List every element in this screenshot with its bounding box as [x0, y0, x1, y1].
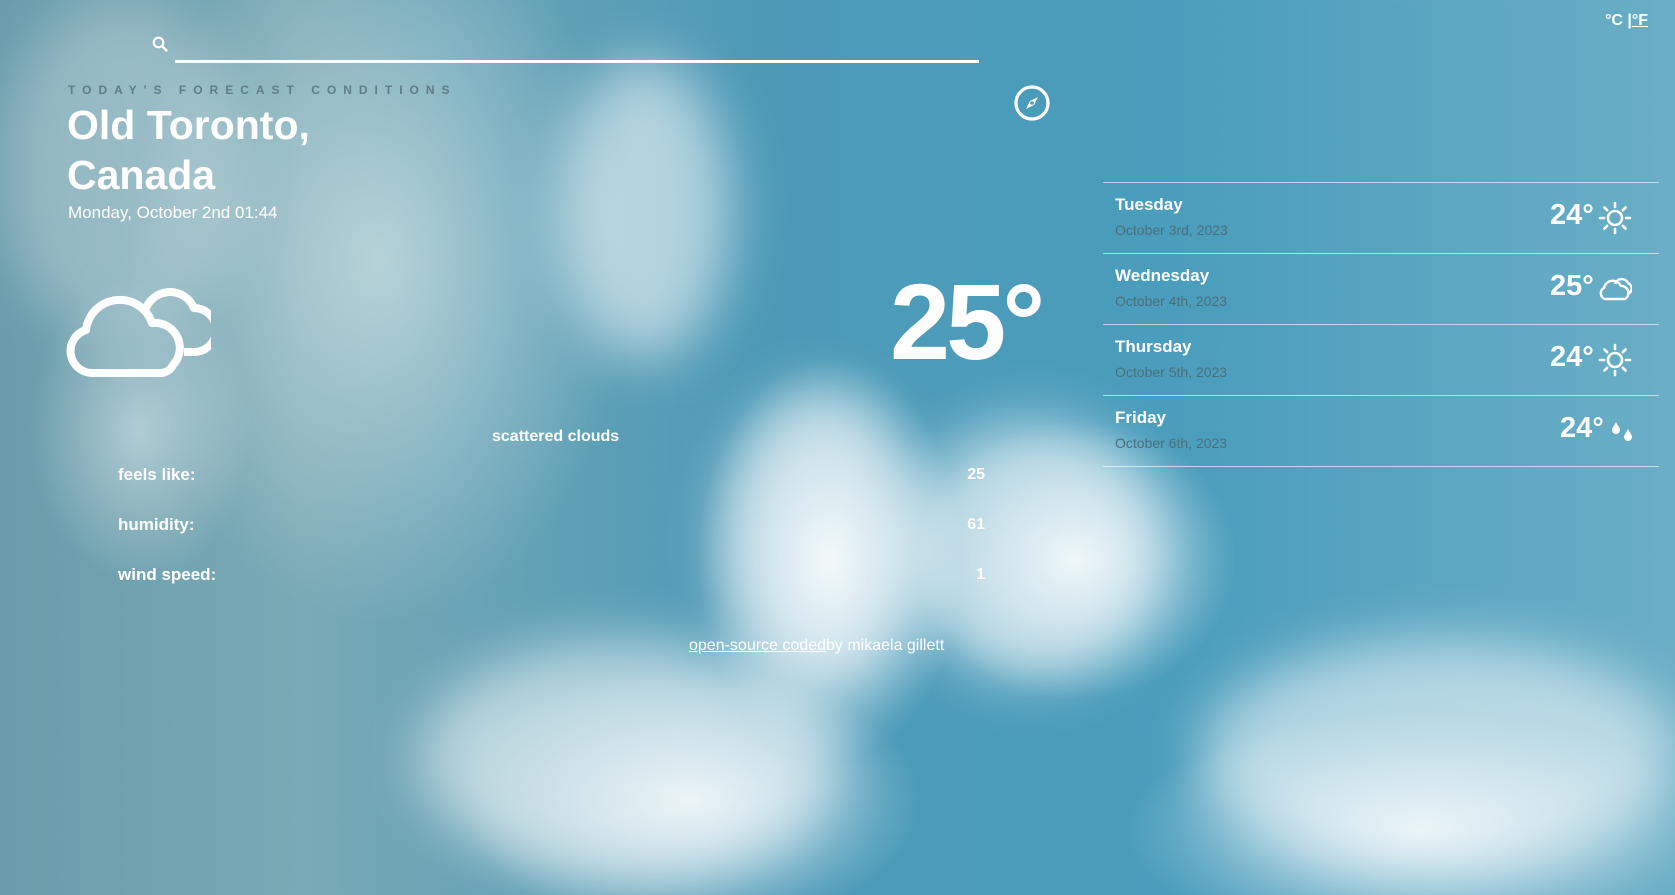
unit-toggle: °C |°F — [1605, 12, 1648, 30]
forecast-temp: 24° — [1550, 341, 1594, 373]
credit-author: by mikaela gillett — [825, 637, 945, 654]
source-code-link[interactable]: open-source coded — [689, 637, 826, 654]
section-overline: TODAY'S FORECAST CONDITIONS — [68, 83, 457, 97]
forecast-row: Thursday October 5th, 2023 24° — [1103, 324, 1659, 395]
cloud-icon — [66, 288, 211, 377]
current-datetime: Monday, October 2nd 01:44 — [68, 203, 278, 222]
forecast-day: Wednesday — [1115, 266, 1210, 285]
celsius-toggle[interactable]: °C — [1605, 12, 1623, 29]
forecast-temp: 24° — [1550, 199, 1594, 231]
forecast-row: Friday October 6th, 2023 24° — [1103, 395, 1659, 467]
sun-icon — [1598, 201, 1632, 235]
compass-icon[interactable] — [1013, 84, 1051, 122]
raindrops-icon — [1612, 422, 1632, 441]
weather-description: scattered clouds — [492, 428, 620, 445]
search-icon[interactable] — [152, 36, 168, 52]
feels-like-label: feels like: — [118, 465, 196, 484]
forecast-day: Thursday — [1115, 337, 1192, 356]
background-cloud — [560, 60, 730, 360]
forecast-date: October 6th, 2023 — [1115, 435, 1228, 451]
wind-speed-value: 1 — [976, 566, 985, 583]
wind-speed-label: wind speed: — [118, 565, 217, 584]
fahrenheit-toggle[interactable]: °F — [1632, 12, 1648, 29]
forecast-day: Friday — [1115, 408, 1167, 427]
background-cloud — [1200, 640, 1675, 870]
current-temperature: 25° — [890, 261, 1045, 382]
search-input[interactable] — [175, 30, 979, 63]
cloud-icon — [1599, 277, 1632, 301]
sun-icon — [1598, 343, 1632, 377]
forecast-temp: 24° — [1560, 412, 1604, 444]
humidity-value: 61 — [967, 516, 985, 533]
city-title: Old Toronto, Canada — [67, 102, 310, 198]
forecast-temp: 25° — [1550, 270, 1594, 302]
forecast-date: October 3rd, 2023 — [1115, 222, 1228, 238]
forecast-date: October 4th, 2023 — [1115, 293, 1228, 309]
credit: open-source codedby mikaela gillett — [689, 637, 944, 655]
humidity-label: humidity: — [118, 515, 195, 534]
forecast-list: Tuesday October 3rd, 2023 24° Wednesday … — [1103, 182, 1659, 467]
forecast-date: October 5th, 2023 — [1115, 364, 1228, 380]
feels-like-value: 25 — [967, 466, 985, 483]
forecast-row: Wednesday October 4th, 2023 25° — [1103, 253, 1659, 324]
forecast-row: Tuesday October 3rd, 2023 24° — [1103, 182, 1659, 253]
forecast-day: Tuesday — [1115, 195, 1183, 214]
background-cloud — [420, 640, 840, 880]
